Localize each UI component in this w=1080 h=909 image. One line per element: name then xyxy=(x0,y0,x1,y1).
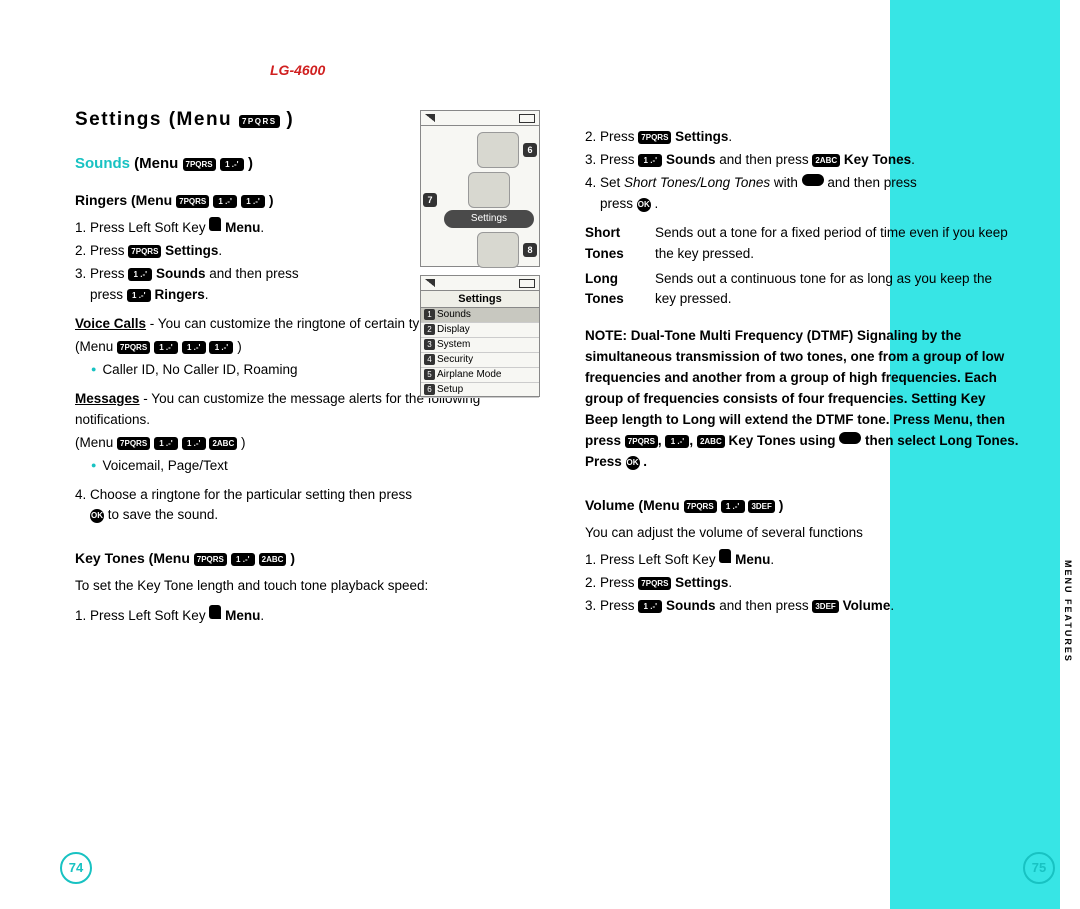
softkey-icon xyxy=(719,549,731,563)
key-7-icon: 7PQRS xyxy=(117,437,150,450)
key-7-icon: 7PQRS xyxy=(194,553,227,566)
key-2-icon: 2ABC xyxy=(259,553,287,566)
ok-key-icon: OK xyxy=(626,456,640,470)
key-7-icon: 7PQRS xyxy=(128,245,161,258)
left-column: Settings (Menu 7PQRS ) Sounds (Menu 7PQR… xyxy=(75,95,505,629)
page-number-right: 75 xyxy=(1023,852,1055,884)
key-1-icon: 1 .-' xyxy=(638,600,662,613)
key-1-icon: 1 .-' xyxy=(665,435,689,448)
page-number-left: 74 xyxy=(60,852,92,884)
step-text: 1. Press Left Soft Key Menu. xyxy=(585,549,1020,571)
step-text: 2. Press 7PQRS Settings. xyxy=(585,127,1020,148)
bullet-item: Voicemail, Page/Text xyxy=(91,456,505,477)
keytones-desc: To set the Key Tone length and touch ton… xyxy=(75,576,505,597)
softkey-icon xyxy=(209,217,221,231)
key-1-icon: 1 .-' xyxy=(721,500,745,513)
step-text: 4. Choose a ringtone for the particular … xyxy=(75,485,505,527)
step-text: 3. Press 1 .-' Sounds and then press 3DE… xyxy=(585,596,1020,617)
ok-key-icon: OK xyxy=(637,198,651,212)
key-7-icon: 7PQRS xyxy=(684,500,717,513)
key-1-icon: 1 .-' xyxy=(127,289,151,302)
ok-key-icon: OK xyxy=(90,509,104,523)
key-2-icon: 2ABC xyxy=(697,435,725,448)
phone-screenshot-icons: 6 7 Settings 8 xyxy=(420,110,540,267)
key-1-icon: 1 .-' xyxy=(241,195,265,208)
step-text: 1. Press Left Soft Key Menu. xyxy=(75,605,505,627)
key-1-icon: 1 .-' xyxy=(182,341,206,354)
key-3-icon: 3DEF xyxy=(748,500,774,513)
header-model-right: LG-4600 xyxy=(760,60,815,82)
key-7-icon: 7PQRS xyxy=(625,435,658,448)
short-tones-text: Sends out a tone for a fixed period of t… xyxy=(655,221,1020,267)
side-section-label: MENU FEATURES xyxy=(1060,560,1074,663)
header-model-left: LG-4600 xyxy=(270,60,325,82)
long-tones-label: Long Tones xyxy=(585,267,655,313)
step-text: 2. Press 7PQRS Settings. xyxy=(585,573,1020,594)
key-2-icon: 2ABC xyxy=(209,437,237,450)
step-text: 4. Set Short Tones/Long Tones with and t… xyxy=(585,173,1020,215)
tones-table: Short Tones Sends out a tone for a fixed… xyxy=(585,221,1020,313)
key-7-icon: 7PQRS xyxy=(176,195,209,208)
menu-path: (Menu 7PQRS 1 .-' 1 .-' 2ABC ) xyxy=(75,433,505,454)
key-1-icon: 1 .-' xyxy=(154,341,178,354)
key-1-icon: 1 .-' xyxy=(231,553,255,566)
key-7-icon: 7PQRS xyxy=(638,577,671,590)
key-1-icon: 1 .-' xyxy=(220,158,244,171)
key-7-icon: 7PQRS xyxy=(183,158,216,171)
nav-key-icon xyxy=(802,174,824,186)
key-3-icon: 3DEF xyxy=(812,600,838,613)
dtmf-note: NOTE: Dual-Tone Multi Frequency (DTMF) S… xyxy=(585,326,1020,472)
key-2-icon: 2ABC xyxy=(812,154,840,167)
right-column: 2. Press 7PQRS Settings. 3. Press 1 .-' … xyxy=(585,125,1020,619)
key-7-icon: 7PQRS xyxy=(239,115,280,128)
keytones-heading: Key Tones (Menu 7PQRS 1 .-' 2ABC ) xyxy=(75,548,505,570)
key-1-icon: 1 .-' xyxy=(182,437,206,450)
volume-desc: You can adjust the volume of several fun… xyxy=(585,523,1020,544)
key-1-icon: 1 .-' xyxy=(638,154,662,167)
key-1-icon: 1 .-' xyxy=(209,341,233,354)
key-1-icon: 1 .-' xyxy=(128,268,152,281)
short-tones-label: Short Tones xyxy=(585,221,655,267)
long-tones-text: Sends out a continuous tone for as long … xyxy=(655,267,1020,313)
key-1-icon: 1 .-' xyxy=(213,195,237,208)
softkey-icon xyxy=(209,605,221,619)
key-1-icon: 1 .-' xyxy=(154,437,178,450)
nav-key-icon xyxy=(839,432,861,444)
key-7-icon: 7PQRS xyxy=(638,131,671,144)
key-7-icon: 7PQRS xyxy=(117,341,150,354)
phone-screenshot-list: Settings 1Sounds 2Display 3System 4Secur… xyxy=(420,275,540,397)
volume-heading: Volume (Menu 7PQRS 1 .-' 3DEF ) xyxy=(585,495,1020,517)
step-text: 3. Press 1 .-' Sounds and then press 2AB… xyxy=(585,150,1020,171)
